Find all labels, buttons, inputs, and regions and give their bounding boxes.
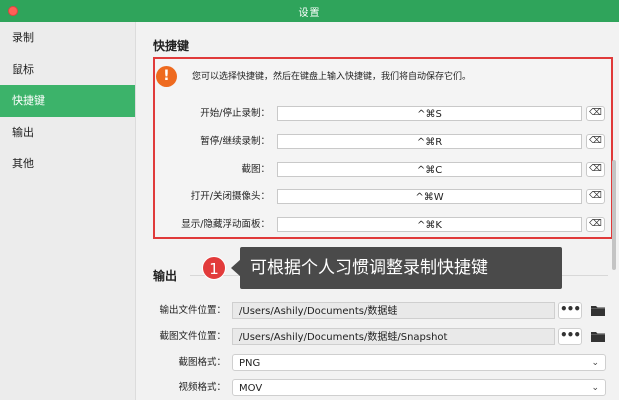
- browse-output-button[interactable]: •••: [558, 302, 582, 319]
- screenshot-path-label: 截图文件位置：: [159, 331, 226, 342]
- output-path-field: /Users/Ashily/Documents/数据蛙: [232, 302, 555, 319]
- shortcut-label-camera: 打开/关闭摄像头：: [190, 191, 270, 202]
- sidebar-item-shortcuts[interactable]: 快捷键: [0, 85, 135, 117]
- shortcut-input-camera[interactable]: ^⌘W: [277, 189, 582, 204]
- browse-screenshot-button[interactable]: •••: [558, 328, 582, 345]
- clear-shortcut-icon[interactable]: ⌫: [586, 106, 605, 121]
- video-format-label: 视频格式：: [178, 382, 226, 393]
- annotation-callout: 可根据个人习惯调整录制快捷键: [240, 247, 562, 289]
- video-format-select[interactable]: MOV ⌄: [232, 379, 606, 396]
- shortcut-label-screenshot: 截图：: [241, 164, 270, 175]
- shortcut-label-pause-resume: 暂停/继续录制：: [200, 136, 270, 147]
- step-number-badge: 1: [202, 256, 226, 280]
- sidebar-item-mouse[interactable]: 鼠标: [0, 54, 135, 86]
- sidebar-item-output[interactable]: 输出: [0, 117, 135, 149]
- image-format-select[interactable]: PNG ⌄: [232, 354, 606, 371]
- shortcut-label-start-stop: 开始/停止录制：: [200, 108, 270, 119]
- output-path-label: 输出文件位置：: [159, 305, 226, 316]
- shortcut-label-float-panel: 显示/隐藏浮动面板：: [181, 219, 270, 230]
- shortcuts-notice: 您可以选择快捷键，然后在键盘上输入快捷键，我们将自动保存它们。: [192, 72, 472, 82]
- folder-icon[interactable]: [590, 304, 606, 317]
- chevron-down-icon: ⌄: [591, 383, 599, 393]
- warning-icon: !: [156, 66, 177, 87]
- clear-shortcut-icon[interactable]: ⌫: [586, 217, 605, 232]
- shortcut-input-start-stop[interactable]: ^⌘S: [277, 106, 582, 121]
- scrollbar[interactable]: [612, 160, 616, 270]
- clear-shortcut-icon[interactable]: ⌫: [586, 162, 605, 177]
- image-format-value: PNG: [239, 358, 261, 369]
- chevron-down-icon: ⌄: [591, 358, 599, 368]
- screenshot-path-field: /Users/Ashily/Documents/数据蛙/Snapshot: [232, 328, 555, 345]
- clear-shortcut-icon[interactable]: ⌫: [586, 189, 605, 204]
- shortcuts-section-title: 快捷键: [153, 39, 190, 53]
- shortcut-input-pause-resume[interactable]: ^⌘R: [277, 134, 582, 149]
- shortcut-input-float-panel[interactable]: ^⌘K: [277, 217, 582, 232]
- window-title: 设置: [298, 8, 321, 19]
- video-format-value: MOV: [239, 383, 263, 394]
- image-format-label: 截图格式：: [178, 357, 226, 368]
- sidebar-item-record[interactable]: 录制: [0, 22, 135, 54]
- sidebar: 录制 鼠标 快捷键 输出 其他: [0, 22, 136, 400]
- shortcut-input-screenshot[interactable]: ^⌘C: [277, 162, 582, 177]
- output-section-title: 输出: [153, 269, 178, 283]
- title-bar: 设置: [0, 0, 619, 22]
- clear-shortcut-icon[interactable]: ⌫: [586, 134, 605, 149]
- folder-icon[interactable]: [590, 330, 606, 343]
- sidebar-item-other[interactable]: 其他: [0, 148, 135, 180]
